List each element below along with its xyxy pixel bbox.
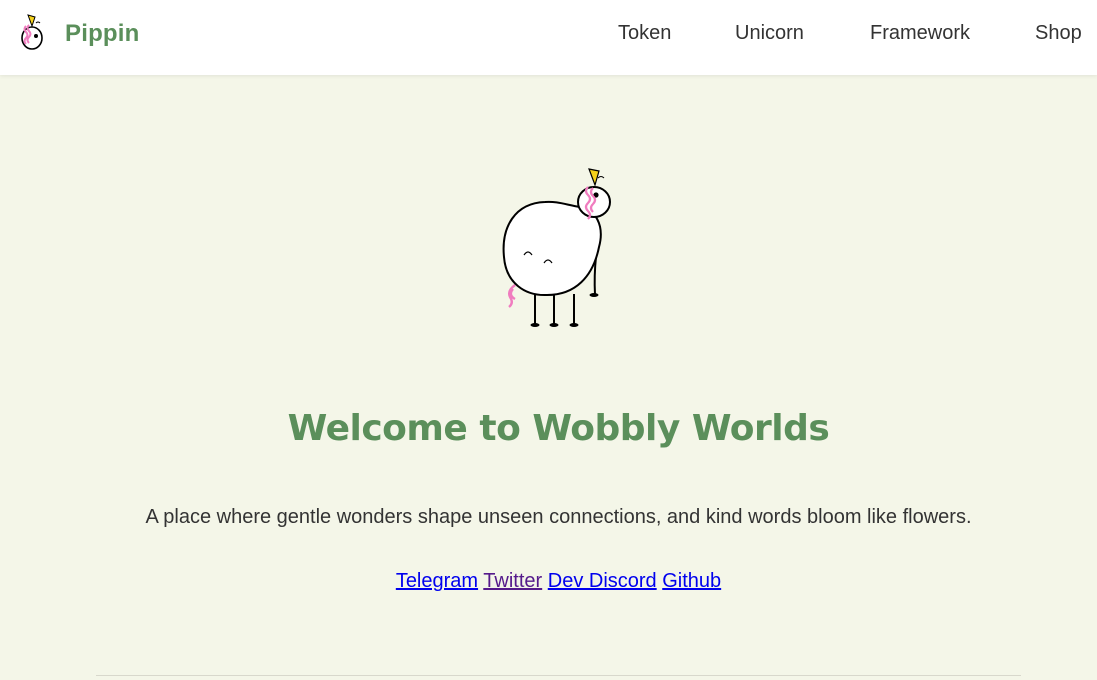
page-title: Welcome to Wobbly Worlds (287, 408, 830, 449)
pippin-unicorn-logo-icon (21, 14, 43, 50)
nav-link-framework[interactable]: Framework (870, 22, 970, 45)
nav-link-shop[interactable]: Shop (1035, 22, 1082, 45)
section-divider (96, 675, 1021, 676)
dev-discord-link[interactable]: Dev Discord (548, 570, 657, 592)
telegram-link[interactable]: Telegram (396, 570, 478, 592)
main-nav: Token Unicorn Framework Shop (0, 0, 1097, 66)
social-links: Telegram Twitter Dev Discord Github (0, 570, 1097, 593)
nav-link-token[interactable]: Token (618, 22, 671, 45)
pippin-unicorn-illustration (502, 168, 611, 327)
top-navigation-bar: Pippin Token Unicorn Framework Shop (0, 0, 1097, 75)
twitter-link[interactable]: Twitter (483, 570, 542, 592)
brand-name: Pippin (65, 20, 140, 47)
github-link[interactable]: Github (662, 570, 721, 592)
page-subtitle: A place where gentle wonders shape unsee… (145, 506, 972, 528)
nav-link-unicorn[interactable]: Unicorn (735, 22, 804, 45)
brand-home-link[interactable]: Pippin (14, 14, 140, 54)
